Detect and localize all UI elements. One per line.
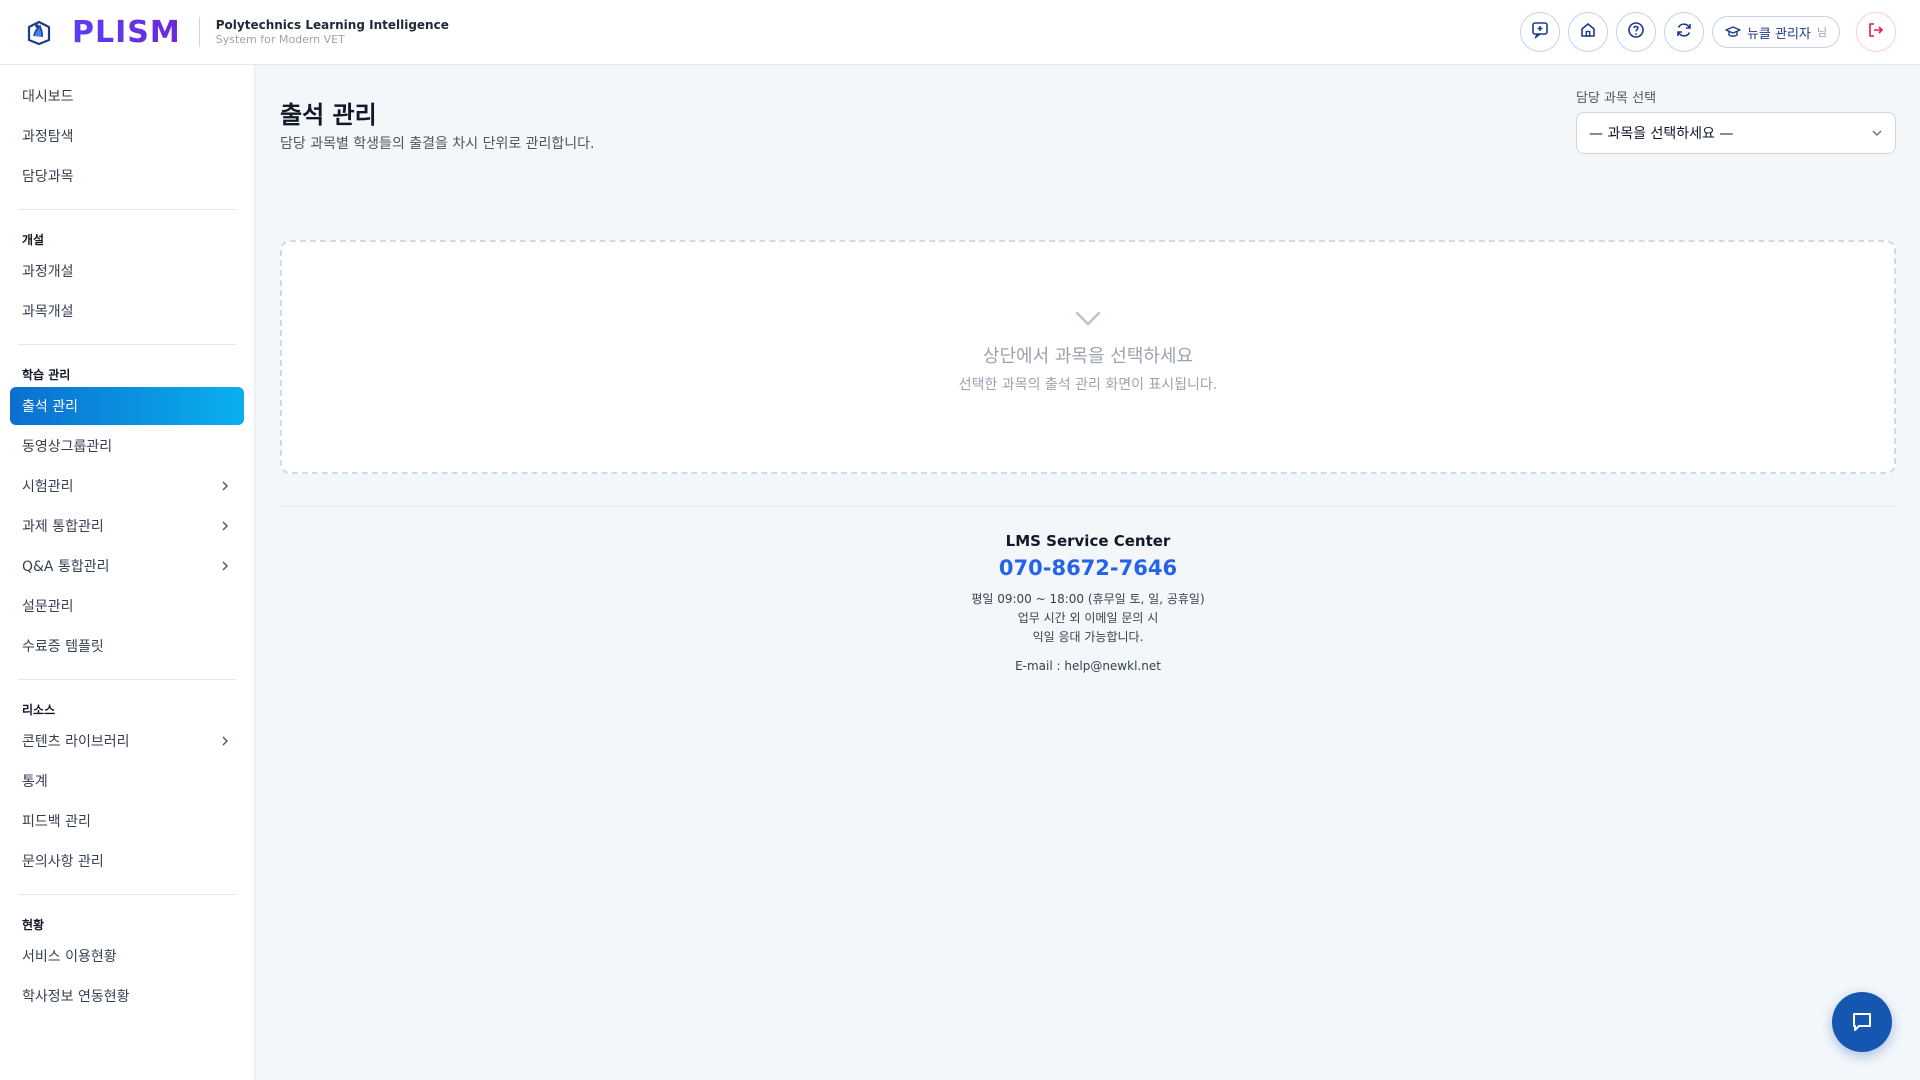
brand-name: PLISM <box>72 14 181 50</box>
sidebar: 대시보드 과정탐색 담당과목 개설 과정개설 과목개설 학습 관리 출석 관리 … <box>0 65 255 1080</box>
page-header: 출석 관리 담당 과목별 학생들의 출결을 차시 단위로 관리합니다. 담당 과… <box>280 65 1896 175</box>
empty-state-subtitle: 선택한 과목의 출석 관리 화면이 표시됩니다. <box>958 377 1218 393</box>
sidebar-section-resources: 리소스 <box>22 703 56 717</box>
refresh-icon <box>1675 21 1693 43</box>
user-name: 뉴클 관리자 <box>1746 26 1811 42</box>
sidebar-item-content-library[interactable]: 콘텐츠 라이브러리 <box>10 722 244 760</box>
sidebar-item-exam[interactable]: 시험관리 <box>10 467 244 505</box>
sidebar-item-label: Q&A 통합관리 <box>22 559 110 575</box>
logout-button[interactable] <box>1856 12 1896 52</box>
user-profile-button[interactable]: 뉴클 관리자 님 <box>1711 16 1840 48</box>
service-hours-line: 업무 시간 외 이메일 문의 시 <box>1017 611 1159 625</box>
service-center-title: LMS Service Center <box>1005 532 1171 550</box>
sidebar-divider <box>18 209 236 210</box>
sidebar-item-qna[interactable]: Q&A 통합관리 <box>10 547 244 585</box>
sidebar-item-label: 설문관리 <box>22 599 74 615</box>
sidebar-item-course-explore[interactable]: 과정탐색 <box>10 117 244 155</box>
sidebar-item-feedback[interactable]: 피드백 관리 <box>10 802 244 840</box>
sidebar-item-attendance[interactable]: 출석 관리 <box>10 387 244 425</box>
empty-state-title: 상단에서 과목을 선택하세요 <box>982 346 1194 367</box>
sidebar-item-label: 과정개설 <box>22 264 74 280</box>
chat-icon <box>1850 1010 1874 1034</box>
empty-state: 상단에서 과목을 선택하세요 선택한 과목의 출석 관리 화면이 표시됩니다. <box>280 240 1896 474</box>
sidebar-divider <box>18 679 236 680</box>
sidebar-item-label: 출석 관리 <box>22 399 78 415</box>
sidebar-item-course-open[interactable]: 과정개설 <box>10 252 244 290</box>
graduation-cap-icon <box>1725 25 1741 39</box>
sidebar-item-label: 과목개설 <box>22 304 74 320</box>
sidebar-item-label: 서비스 이용현황 <box>22 949 117 965</box>
chevron-right-icon <box>218 479 232 493</box>
main-content: 출석 관리 담당 과목별 학생들의 출결을 차시 단위로 관리합니다. 담당 과… <box>280 65 1896 673</box>
refresh-button[interactable] <box>1663 12 1704 52</box>
home-icon <box>1579 21 1597 43</box>
brand-tagline: Polytechnics Learning Intelligence Syste… <box>216 18 449 47</box>
tagline-subtitle: System for Modern VET <box>215 32 345 46</box>
page-title: 출석 관리 <box>280 101 377 129</box>
service-hours-line: 익일 응대 가능합니다. <box>1032 630 1144 644</box>
tagline-title: Polytechnics Learning Intelligence <box>215 17 449 32</box>
sidebar-item-label: 과제 통합관리 <box>22 519 104 535</box>
course-select-group: 담당 과목 선택 — 과목을 선택하세요 — <box>1576 87 1896 154</box>
new-post-button[interactable] <box>1519 12 1560 52</box>
home-button[interactable] <box>1567 12 1608 52</box>
service-center-footer: LMS Service Center 070-8672-7646 평일 09:0… <box>280 507 1896 673</box>
user-suffix: 님 <box>1816 26 1827 39</box>
sidebar-item-label: 대시보드 <box>22 89 74 105</box>
sidebar-item-label: 수료증 템플릿 <box>22 639 104 655</box>
sidebar-item-label: 과정탐색 <box>22 129 74 145</box>
course-select-value: — 과목을 선택하세요 — <box>1589 126 1734 142</box>
help-button[interactable] <box>1615 12 1656 52</box>
page-description: 담당 과목별 학생들의 출결을 차시 단위로 관리합니다. <box>280 136 595 152</box>
sidebar-item-label: 학사정보 연동현황 <box>22 989 130 1005</box>
top-header: PLISM Polytechnics Learning Intelligence… <box>0 0 1920 65</box>
chevron-right-icon <box>218 519 232 533</box>
service-center-phone[interactable]: 070-8672-7646 <box>280 556 1896 580</box>
sidebar-item-certificate-template[interactable]: 수료증 템플릿 <box>10 627 244 665</box>
chat-button[interactable] <box>1832 992 1892 1052</box>
sidebar-item-assignment[interactable]: 과제 통합관리 <box>10 507 244 545</box>
service-hours: 평일 09:00 ~ 18:00 (휴무일 토, 일, 공휴일) 업무 시간 외… <box>280 590 1896 647</box>
plism-logo-icon <box>24 17 54 47</box>
sidebar-divider <box>18 894 236 895</box>
sidebar-item-label: 피드백 관리 <box>22 814 91 830</box>
sidebar-item-my-subjects[interactable]: 담당과목 <box>10 157 244 195</box>
sidebar-item-label: 시험관리 <box>22 479 74 495</box>
sidebar-item-dashboard[interactable]: 대시보드 <box>10 77 244 115</box>
sidebar-item-survey[interactable]: 설문관리 <box>10 587 244 625</box>
sidebar-item-service-usage[interactable]: 서비스 이용현황 <box>10 937 244 975</box>
chevron-right-icon <box>218 559 232 573</box>
logout-icon <box>1867 21 1885 43</box>
new-post-icon <box>1531 21 1549 43</box>
sidebar-section-open: 개설 <box>22 233 45 247</box>
sidebar-item-academic-sync[interactable]: 학사정보 연동현황 <box>10 977 244 1015</box>
chevron-down-icon <box>1074 310 1102 332</box>
sidebar-item-label: 문의사항 관리 <box>22 854 104 870</box>
brand-separator <box>198 17 200 47</box>
sidebar-item-label: 통계 <box>22 774 48 790</box>
logo-area[interactable]: PLISM Polytechnics Learning Intelligence… <box>0 0 449 64</box>
sidebar-item-video-group[interactable]: 동영상그룹관리 <box>10 427 244 465</box>
service-hours-line: 평일 09:00 ~ 18:00 (휴무일 토, 일, 공휴일) <box>971 592 1205 606</box>
chevron-down-icon <box>1871 127 1883 139</box>
service-email[interactable]: E-mail : help@newkl.net <box>280 659 1896 673</box>
sidebar-divider <box>18 344 236 345</box>
sidebar-item-inquiry[interactable]: 문의사항 관리 <box>10 842 244 880</box>
sidebar-item-subject-open[interactable]: 과목개설 <box>10 292 244 330</box>
sidebar-section-learning: 학습 관리 <box>22 368 71 382</box>
sidebar-item-label: 동영상그룹관리 <box>22 439 113 455</box>
chevron-right-icon <box>218 734 232 748</box>
course-select[interactable]: — 과목을 선택하세요 — <box>1576 112 1896 154</box>
sidebar-item-label: 콘텐츠 라이브러리 <box>22 734 130 750</box>
course-select-label: 담당 과목 선택 <box>1576 91 1657 106</box>
help-icon <box>1627 21 1645 43</box>
sidebar-item-statistics[interactable]: 통계 <box>10 762 244 800</box>
sidebar-section-status: 현황 <box>22 918 45 932</box>
sidebar-item-label: 담당과목 <box>22 169 74 185</box>
header-actions: 뉴클 관리자 님 <box>1512 12 1896 52</box>
